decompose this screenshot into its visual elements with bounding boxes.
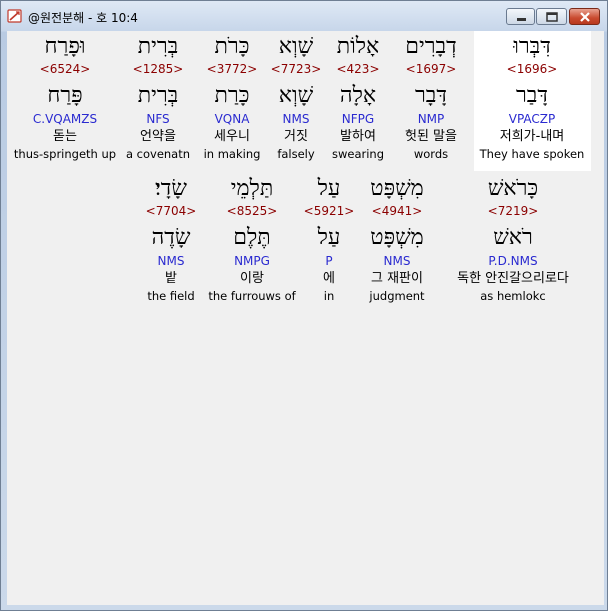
minimize-icon xyxy=(517,18,526,21)
close-button[interactable] xyxy=(569,8,600,25)
english-gloss: thus-springeth up xyxy=(13,147,117,161)
app-window: @원전분해 - 호 10:4 דִּבְּרוּ <1696> דָּבַר V… xyxy=(0,0,608,611)
hebrew-lemma: פָּרַח xyxy=(47,83,83,108)
window-title: @원전분해 - 호 10:4 xyxy=(28,11,138,25)
hebrew-word: שָׂדָי׃ xyxy=(155,176,187,201)
word-item[interactable]: וּפָרַח <6524> פָּרַח C.VQAMZS 돋는 thus-s… xyxy=(0,33,140,162)
close-icon xyxy=(580,12,590,22)
hebrew-lemma: שָׂדֶה xyxy=(151,225,191,250)
verse-analysis-panel: דִּבְּרוּ <1696> דָּבַר VPACZP 저희가-내며 Th… xyxy=(7,31,604,605)
strong-number: <7704> xyxy=(145,204,197,218)
korean-gloss: 밭 xyxy=(165,271,177,286)
strong-number: <6524> xyxy=(39,62,91,76)
word-item[interactable]: שָׂדָי׃ <7704> שָׂדֶה NMS 밭 the field xyxy=(96,175,246,304)
maximize-icon xyxy=(546,12,558,22)
morphology-code: C.VQAMZS xyxy=(32,112,98,126)
morphology-code: NMS xyxy=(157,254,185,268)
title-bar[interactable]: @원전분해 - 호 10:4 xyxy=(1,1,607,31)
english-gloss: the field xyxy=(147,289,195,303)
bible-app-icon xyxy=(7,8,23,24)
korean-gloss: 돋는 xyxy=(53,129,77,144)
minimize-button[interactable] xyxy=(506,8,535,25)
maximize-button[interactable] xyxy=(536,8,567,25)
hebrew-word: וּפָרַח xyxy=(44,34,86,59)
